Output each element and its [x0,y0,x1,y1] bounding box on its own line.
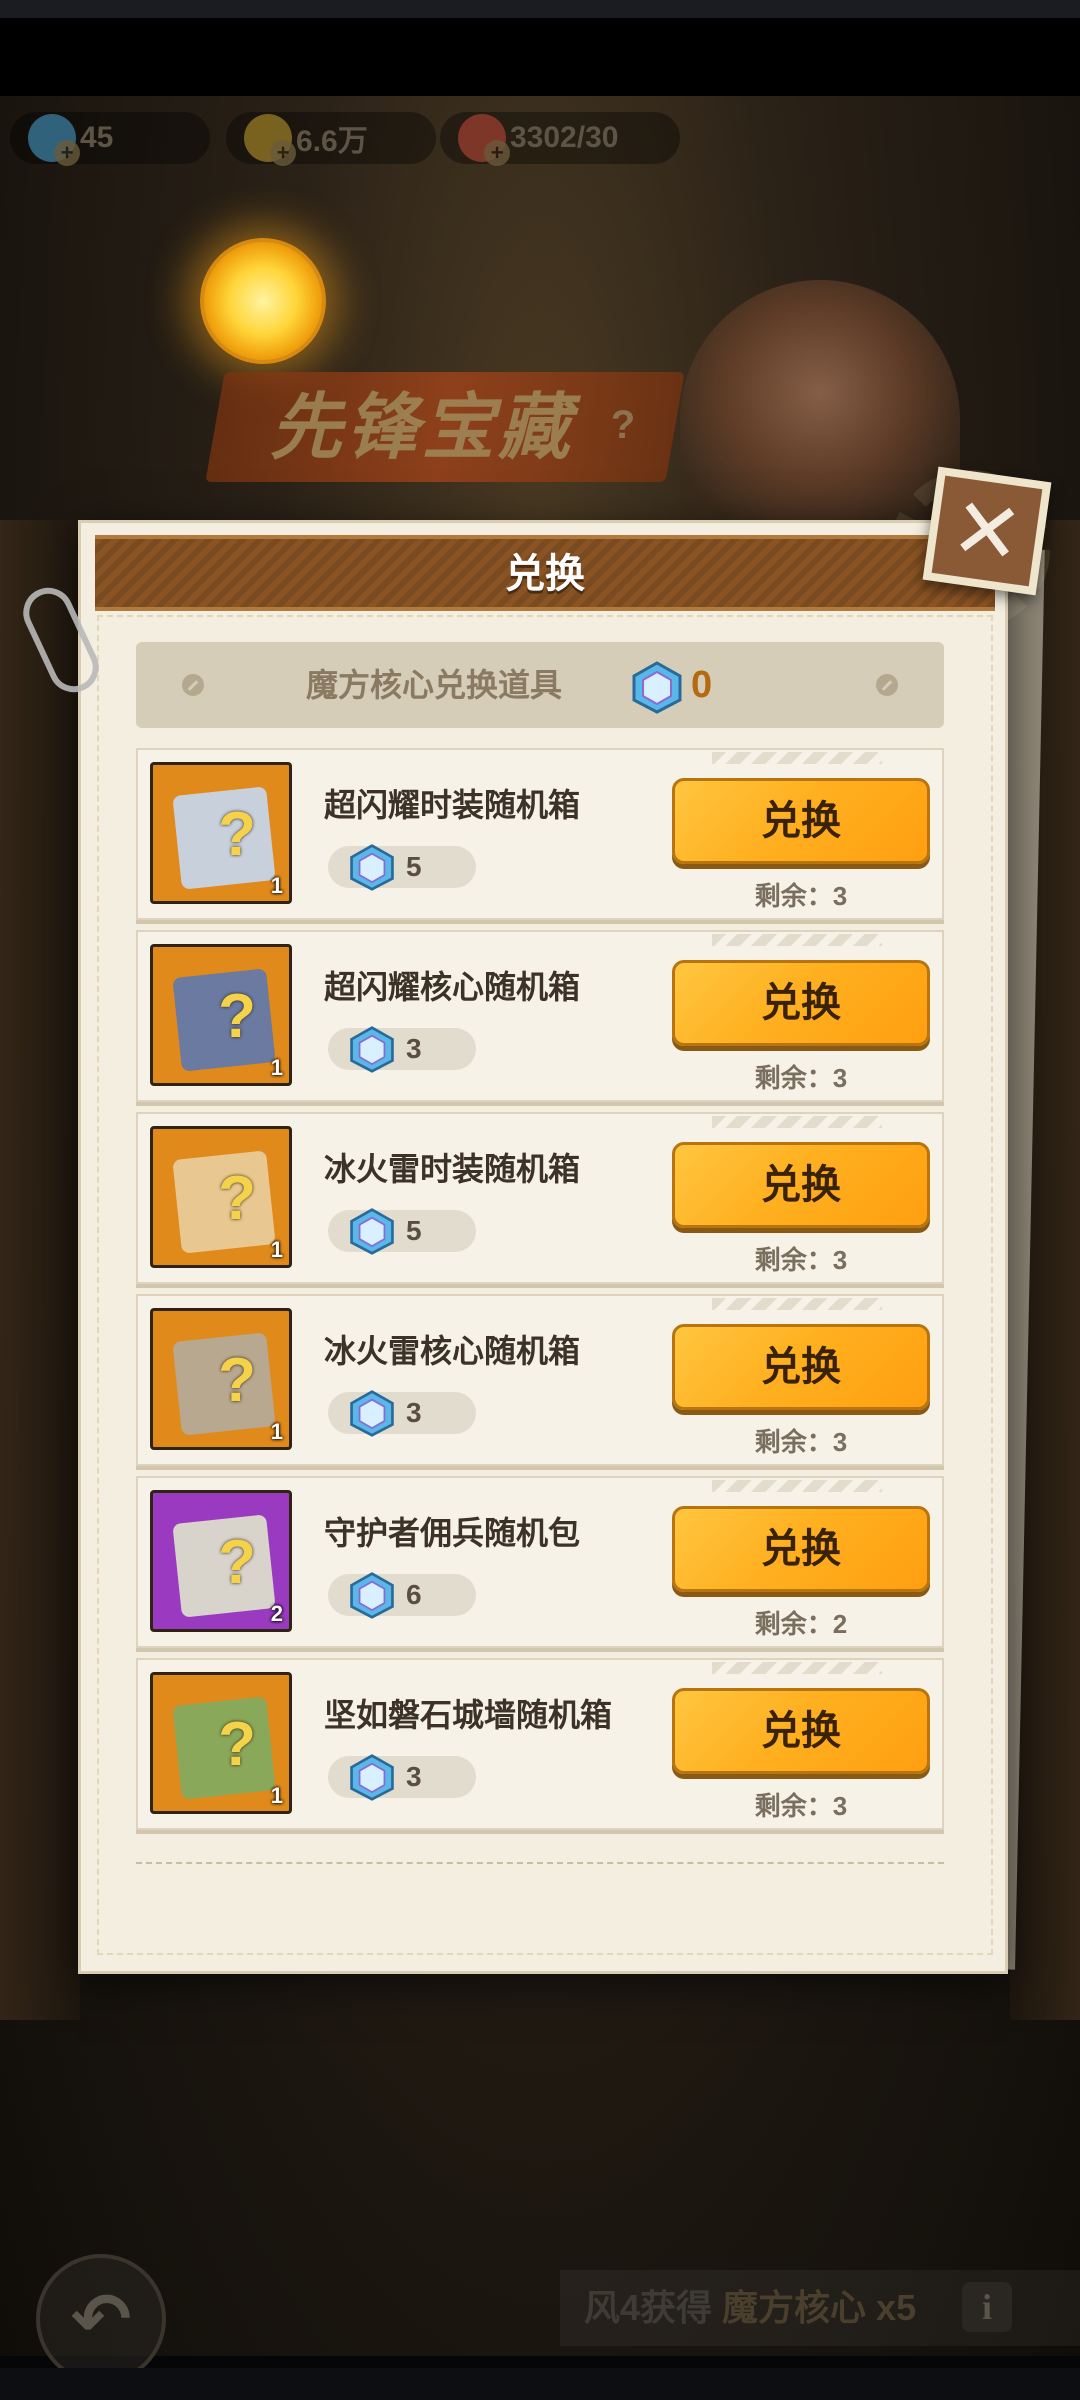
navigation-bar [0,2368,1080,2400]
list-item: ? 1 冰火雷核心随机箱 3 兑换 剩余：3 [136,1294,944,1466]
question-mark-icon: ? [218,1346,256,1415]
plus-icon[interactable]: + [54,140,80,166]
question-mark-icon: ? [218,1710,256,1779]
dialog-title: 兑换 [505,552,585,596]
plus-icon[interactable]: + [484,140,510,166]
info-icon[interactable]: i [962,2282,1012,2332]
cube-core-icon [350,1026,394,1073]
cube-core-icon [350,1572,394,1619]
close-button[interactable]: ✕ [922,466,1052,596]
remaining-count: 剩余：3 [754,1063,848,1093]
cube-core-icon [632,661,682,714]
item-icon-mystery-box[interactable]: ? 1 [150,1126,292,1268]
cost-value: 5 [406,851,422,882]
hint-item: 魔方核心 x5 [722,2287,917,2328]
cost-pill: 3 [328,1754,476,1801]
cost-value: 6 [406,1579,422,1610]
cost-value: 3 [406,1033,422,1064]
stripe-decoration [712,1298,882,1310]
cost-value: 3 [406,1397,422,1428]
item-name: 超闪耀时装随机箱 [324,787,581,823]
status-bar [0,0,1080,18]
exchange-button[interactable]: 兑换 [672,1324,930,1410]
cube-core-icon [350,844,394,891]
item-name: 坚如磐石城墙随机箱 [324,1697,613,1733]
close-icon: ✕ [945,477,1029,585]
resource-gems[interactable]: + 45 [10,112,210,166]
list-item: ? 1 超闪耀时装随机箱 5 兑换 剩余：3 [136,748,944,920]
item-quantity: 1 [270,1783,283,1808]
remaining-count: 剩余：3 [754,1791,848,1821]
help-icon[interactable]: ? [598,400,648,450]
top-band [0,18,1080,96]
item-quantity: 1 [270,873,283,898]
cost-value: 3 [406,1761,422,1792]
cost-pill: 3 [328,1026,476,1073]
exchange-button[interactable]: 兑换 [672,778,930,864]
plus-icon[interactable]: + [270,140,296,166]
cost-pill: 5 [328,844,476,891]
glowing-orb-icon [200,238,326,364]
cost-pill: 3 [328,1390,476,1437]
question-mark-icon: ? [218,1164,256,1233]
question-mark-icon: ? [218,1528,256,1597]
cube-core-icon [350,1208,394,1255]
cost-pill: 6 [328,1572,476,1619]
list-item: ? 1 冰火雷时装随机箱 5 兑换 剩余：3 [136,1112,944,1284]
item-icon-mystery-pack[interactable]: ? 2 [150,1490,292,1632]
currency-header: 魔方核心兑换道具 0 [136,642,944,728]
resource-gems-value: 45 [80,121,114,154]
item-quantity: 1 [270,1055,283,1080]
item-quantity: 1 [270,1419,283,1444]
remaining-count: 剩余：3 [754,881,848,911]
hint-prefix: 风4获得 [584,2287,713,2328]
item-name: 超闪耀核心随机箱 [324,969,581,1005]
item-icon-mystery-box[interactable]: ? 1 [150,944,292,1086]
question-mark-icon: ? [218,982,256,1051]
remaining-count: 剩余：3 [754,1427,848,1457]
list-item: ? 2 守护者佣兵随机包 6 兑换 剩余：2 [136,1476,944,1648]
item-icon-mystery-box[interactable]: ? 1 [150,1308,292,1450]
back-button[interactable]: ↶ [36,2254,166,2384]
resource-stamina-value: 3302/30 [510,121,619,154]
item-icon-mystery-box[interactable]: ? 1 [150,762,292,904]
remaining-count: 剩余：2 [754,1609,848,1639]
cube-core-icon [350,1390,394,1437]
remaining-count: 剩余：3 [754,1245,848,1275]
question-mark-icon: ? [218,800,256,869]
stripe-decoration [712,1116,882,1128]
item-quantity: 1 [270,1237,283,1262]
item-name: 冰火雷时装随机箱 [324,1151,581,1187]
resource-coins[interactable]: + 6.6万 [226,112,436,166]
exchange-button[interactable]: 兑换 [672,1688,930,1774]
list-item: ? 1 坚如磐石城墙随机箱 3 兑换 剩余：3 [136,1658,944,1830]
stripe-decoration [712,934,882,946]
cost-pill: 5 [328,1208,476,1255]
exchange-button[interactable]: 兑换 [672,1506,930,1592]
exchange-button[interactable]: 兑换 [672,960,930,1046]
currency-label: 魔方核心兑换道具 [306,667,563,703]
stripe-decoration [712,1480,882,1492]
item-name: 守护者佣兵随机包 [324,1515,581,1551]
item-quantity: 2 [270,1601,283,1626]
dialog-header: 兑换 [95,535,995,611]
cube-core-icon [350,1754,394,1801]
resource-coins-value: 6.6万 [296,125,368,158]
bottom-hint: 风4获得 魔方核心 x5 [584,2278,916,2338]
screw-icon [182,674,204,696]
stripe-decoration [712,1662,882,1674]
background-panel-left [0,520,80,2020]
item-name: 冰火雷核心随机箱 [324,1333,581,1369]
event-banner-title: 先锋宝藏 [270,388,575,468]
stripe-decoration [712,752,882,764]
screw-icon [876,674,898,696]
item-icon-mystery-box[interactable]: ? 1 [150,1672,292,1814]
cost-value: 5 [406,1215,422,1246]
exchange-button[interactable]: 兑换 [672,1142,930,1228]
list-item: ? 1 超闪耀核心随机箱 3 兑换 剩余：3 [136,930,944,1102]
divider [136,1862,944,1864]
currency-count: 0 [691,664,713,706]
back-arrow-icon: ↶ [70,2277,132,2361]
resource-stamina[interactable]: + 3302/30 [440,112,680,166]
